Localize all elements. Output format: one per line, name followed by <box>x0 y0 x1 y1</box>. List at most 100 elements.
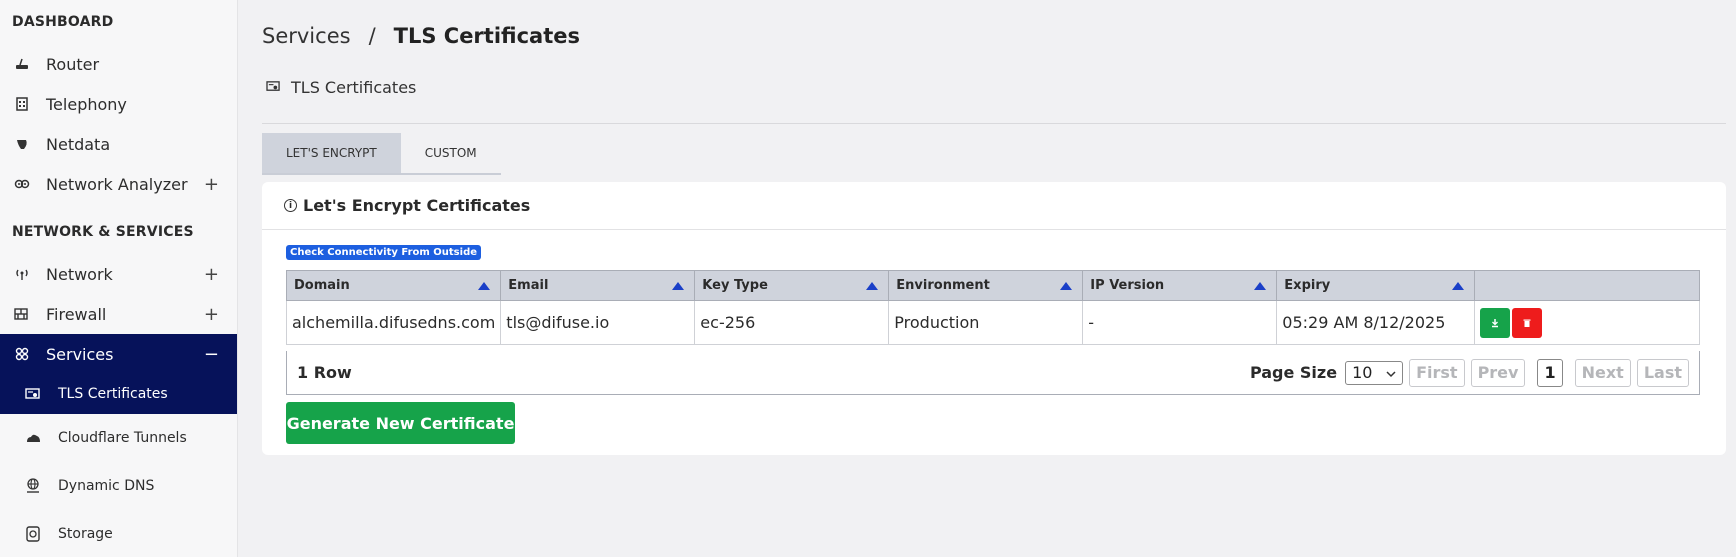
check-connectivity-button[interactable]: Check Connectivity From Outside <box>286 245 482 260</box>
cell-expiry: 05:29 AM 8/12/2025 <box>1276 300 1476 345</box>
sort-asc-icon <box>866 282 879 290</box>
column-label: IP Version <box>1090 278 1165 293</box>
antenna-icon <box>12 264 32 284</box>
page-subtitle: TLS Certificates <box>266 78 416 97</box>
section-title-network-services: NETWORK & SERVICES <box>12 224 194 240</box>
expand-icon[interactable]: + <box>204 174 219 195</box>
cell-environment: Production <box>888 300 1084 345</box>
divider <box>262 123 1726 124</box>
sidebar-item-services[interactable]: Services − <box>0 334 237 374</box>
column-header-domain[interactable]: Domain <box>285 270 502 301</box>
sort-asc-icon <box>1060 282 1073 290</box>
download-icon <box>1492 318 1499 327</box>
breadcrumb: Services / TLS Certificates <box>262 24 580 48</box>
sidebar-subitem-tls-certificates[interactable]: TLS Certificates <box>0 374 237 414</box>
column-label: Expiry <box>1284 278 1331 293</box>
page-size-select[interactable]: 10 <box>1345 360 1404 385</box>
sidebar-item-label: Services <box>46 344 114 364</box>
last-page-button[interactable]: Last <box>1636 358 1689 387</box>
cell-key-type: ec-256 <box>694 300 890 345</box>
sidebar-item-network[interactable]: Network + <box>0 254 237 294</box>
breadcrumb-parent[interactable]: Services <box>262 24 351 48</box>
sidebar-item-firewall[interactable]: Firewall + <box>0 294 237 334</box>
sidebar-item-network-analyzer[interactable]: Network Analyzer + <box>0 164 237 204</box>
sidebar-item-router[interactable]: Router <box>0 44 237 84</box>
column-header-environment[interactable]: Environment <box>888 270 1084 301</box>
table-pagination: 1 Row Page Size 10 First Prev 1 Next Las… <box>286 351 1700 395</box>
pager-controls: Page Size 10 First Prev 1 Next Last <box>1249 358 1689 387</box>
info-icon: i <box>284 199 297 212</box>
certificates-card: i Let's Encrypt Certificates Check Conne… <box>262 182 1726 455</box>
row-count: 1 Row <box>297 363 352 382</box>
sort-asc-icon <box>1254 282 1267 290</box>
main-content: Services / TLS Certificates TLS Certific… <box>238 0 1736 557</box>
sidebar-item-telephony[interactable]: Telephony <box>0 84 237 124</box>
current-page-button[interactable]: 1 <box>1537 358 1563 387</box>
column-label: Key Type <box>702 278 768 293</box>
chevron-down-icon <box>1386 363 1396 382</box>
page-size-value: 10 <box>1352 363 1373 382</box>
generate-certificate-button[interactable]: Generate New Certificate <box>286 402 515 444</box>
tab-lets-encrypt[interactable]: LET'S ENCRYPT <box>262 133 401 173</box>
sort-asc-icon <box>478 282 491 290</box>
sidebar-subitem-label: Dynamic DNS <box>58 478 155 494</box>
expand-icon[interactable]: + <box>204 304 219 325</box>
page-subtitle-text: TLS Certificates <box>291 78 417 97</box>
column-header-ip-version[interactable]: IP Version <box>1082 270 1278 301</box>
sidebar-item-label: Firewall <box>46 304 107 324</box>
section-title-dashboard: DASHBOARD <box>12 14 114 30</box>
tab-custom[interactable]: CUSTOM <box>401 133 501 173</box>
globe-icon <box>24 477 42 495</box>
column-header-key-type[interactable]: Key Type <box>694 270 890 301</box>
sort-asc-icon <box>1452 282 1465 290</box>
column-header-email[interactable]: Email <box>500 270 696 301</box>
card-title: Let's Encrypt Certificates <box>303 196 531 215</box>
sidebar-item-label: Network Analyzer <box>46 174 188 194</box>
cloud-icon <box>24 429 42 447</box>
expand-icon[interactable]: + <box>204 264 219 285</box>
firewall-icon <box>12 304 32 324</box>
sidebar-subitem-label: Storage <box>58 526 113 542</box>
sidebar-subitem-label: TLS Certificates <box>58 386 168 402</box>
sidebar-item-netdata[interactable]: Netdata <box>0 124 237 164</box>
storage-icon <box>24 525 42 543</box>
cell-ip-version: - <box>1082 300 1278 345</box>
sidebar-item-label: Router <box>46 54 100 74</box>
table-row: alchemilla.difusedns.com tls@difuse.io e… <box>285 300 1700 345</box>
table-header-row: Domain Email Key Type Environment IP Ver… <box>285 270 1700 301</box>
services-icon <box>12 344 32 364</box>
cell-email: tls@difuse.io <box>500 300 696 345</box>
telephony-icon <box>12 94 32 114</box>
prev-page-button[interactable]: Prev <box>1470 358 1526 387</box>
column-label: Email <box>508 278 549 293</box>
sort-asc-icon <box>672 282 685 290</box>
services-group: Services − TLS Certificates <box>0 334 237 414</box>
certificates-table: Domain Email Key Type Environment IP Ver… <box>285 270 1700 345</box>
column-header-actions <box>1474 270 1700 301</box>
trash-icon <box>1523 319 1531 327</box>
breadcrumb-separator: / <box>368 24 376 48</box>
next-page-button[interactable]: Next <box>1574 358 1631 387</box>
sidebar: DASHBOARD Router Telephony Netdata Netwo… <box>0 0 238 557</box>
first-page-button[interactable]: First <box>1409 358 1465 387</box>
cell-domain: alchemilla.difusedns.com <box>285 300 502 345</box>
netdata-icon <box>12 134 32 154</box>
delete-button[interactable] <box>1512 307 1543 338</box>
download-button[interactable] <box>1480 307 1511 338</box>
sidebar-subitem-dynamic-dns[interactable]: Dynamic DNS <box>0 462 237 510</box>
page-size-label: Page Size <box>1249 363 1338 382</box>
column-header-expiry[interactable]: Expiry <box>1276 270 1476 301</box>
sidebar-subitem-label: Cloudflare Tunnels <box>58 430 187 446</box>
cell-actions <box>1474 300 1700 345</box>
sidebar-subitem-cloudflare-tunnels[interactable]: Cloudflare Tunnels <box>0 414 237 462</box>
card-header: i Let's Encrypt Certificates <box>262 182 1726 230</box>
column-label: Environment <box>896 278 990 293</box>
collapse-icon[interactable]: − <box>204 344 219 365</box>
router-icon <box>12 54 32 74</box>
sidebar-subitem-storage[interactable]: Storage <box>0 510 237 557</box>
sidebar-item-label: Netdata <box>46 134 111 154</box>
tab-bar: LET'S ENCRYPT CUSTOM <box>262 133 501 175</box>
sidebar-item-label: Telephony <box>46 94 127 114</box>
breadcrumb-current: TLS Certificates <box>393 24 580 48</box>
certificate-icon <box>266 78 281 97</box>
